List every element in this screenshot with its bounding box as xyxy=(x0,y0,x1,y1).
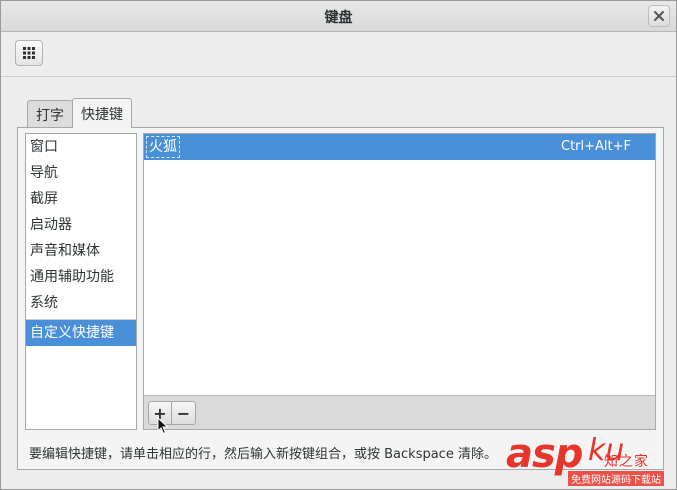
shortcut-row[interactable]: 火狐 Ctrl+Alt+F xyxy=(144,134,655,160)
close-button[interactable] xyxy=(648,5,670,27)
remove-shortcut-button[interactable]: − xyxy=(172,401,196,425)
category-item-sound-media[interactable]: 声音和媒体 xyxy=(26,238,136,264)
all-settings-button[interactable] xyxy=(15,40,43,66)
header-toolbar xyxy=(1,32,676,77)
hint-text: 要编辑快捷键，请单击相应的行，然后输入新按键组合，或按 Backspace 清除… xyxy=(29,447,497,462)
category-item-launchers[interactable]: 启动器 xyxy=(26,212,136,238)
category-item-windows[interactable]: 窗口 xyxy=(26,134,136,160)
titlebar: 键盘 xyxy=(1,1,676,32)
add-remove-group: + − xyxy=(148,401,196,425)
tab-shortcuts[interactable]: 快捷键 xyxy=(72,98,132,128)
tab-bar: 打字 快捷键 xyxy=(27,98,132,128)
mouse-pointer-icon xyxy=(157,416,169,439)
tab-typing[interactable]: 打字 xyxy=(27,100,73,128)
category-item-screenshots[interactable]: 截屏 xyxy=(26,186,136,212)
shortcut-list-toolbar: + − xyxy=(144,395,655,429)
shortcut-accelerator[interactable]: Ctrl+Alt+F xyxy=(561,134,631,160)
category-item-system[interactable]: 系统 xyxy=(26,290,136,316)
shortcut-category-list: 窗口 导航 截屏 启动器 声音和媒体 通用辅助功能 系统 自定义快捷键 xyxy=(25,133,137,430)
close-icon xyxy=(654,11,664,21)
shortcuts-page: 窗口 导航 截屏 启动器 声音和媒体 通用辅助功能 系统 自定义快捷键 火狐 C… xyxy=(17,127,664,470)
window-title: 键盘 xyxy=(324,10,353,26)
keyboard-settings-window: 键盘 打字 快捷键 窗口 导航 截屏 启动器 声音和媒体 通用辅助功能 系统 自… xyxy=(0,0,677,490)
shortcut-name[interactable]: 火狐 xyxy=(146,136,180,158)
grid-icon xyxy=(23,47,35,59)
category-item-accessibility[interactable]: 通用辅助功能 xyxy=(26,264,136,290)
category-item-custom-shortcuts[interactable]: 自定义快捷键 xyxy=(26,320,136,346)
watermark-sub-text: 免费网站源码下载站 xyxy=(568,471,664,486)
category-item-navigation[interactable]: 导航 xyxy=(26,160,136,186)
shortcut-list-panel: 火狐 Ctrl+Alt+F + − xyxy=(143,133,656,430)
